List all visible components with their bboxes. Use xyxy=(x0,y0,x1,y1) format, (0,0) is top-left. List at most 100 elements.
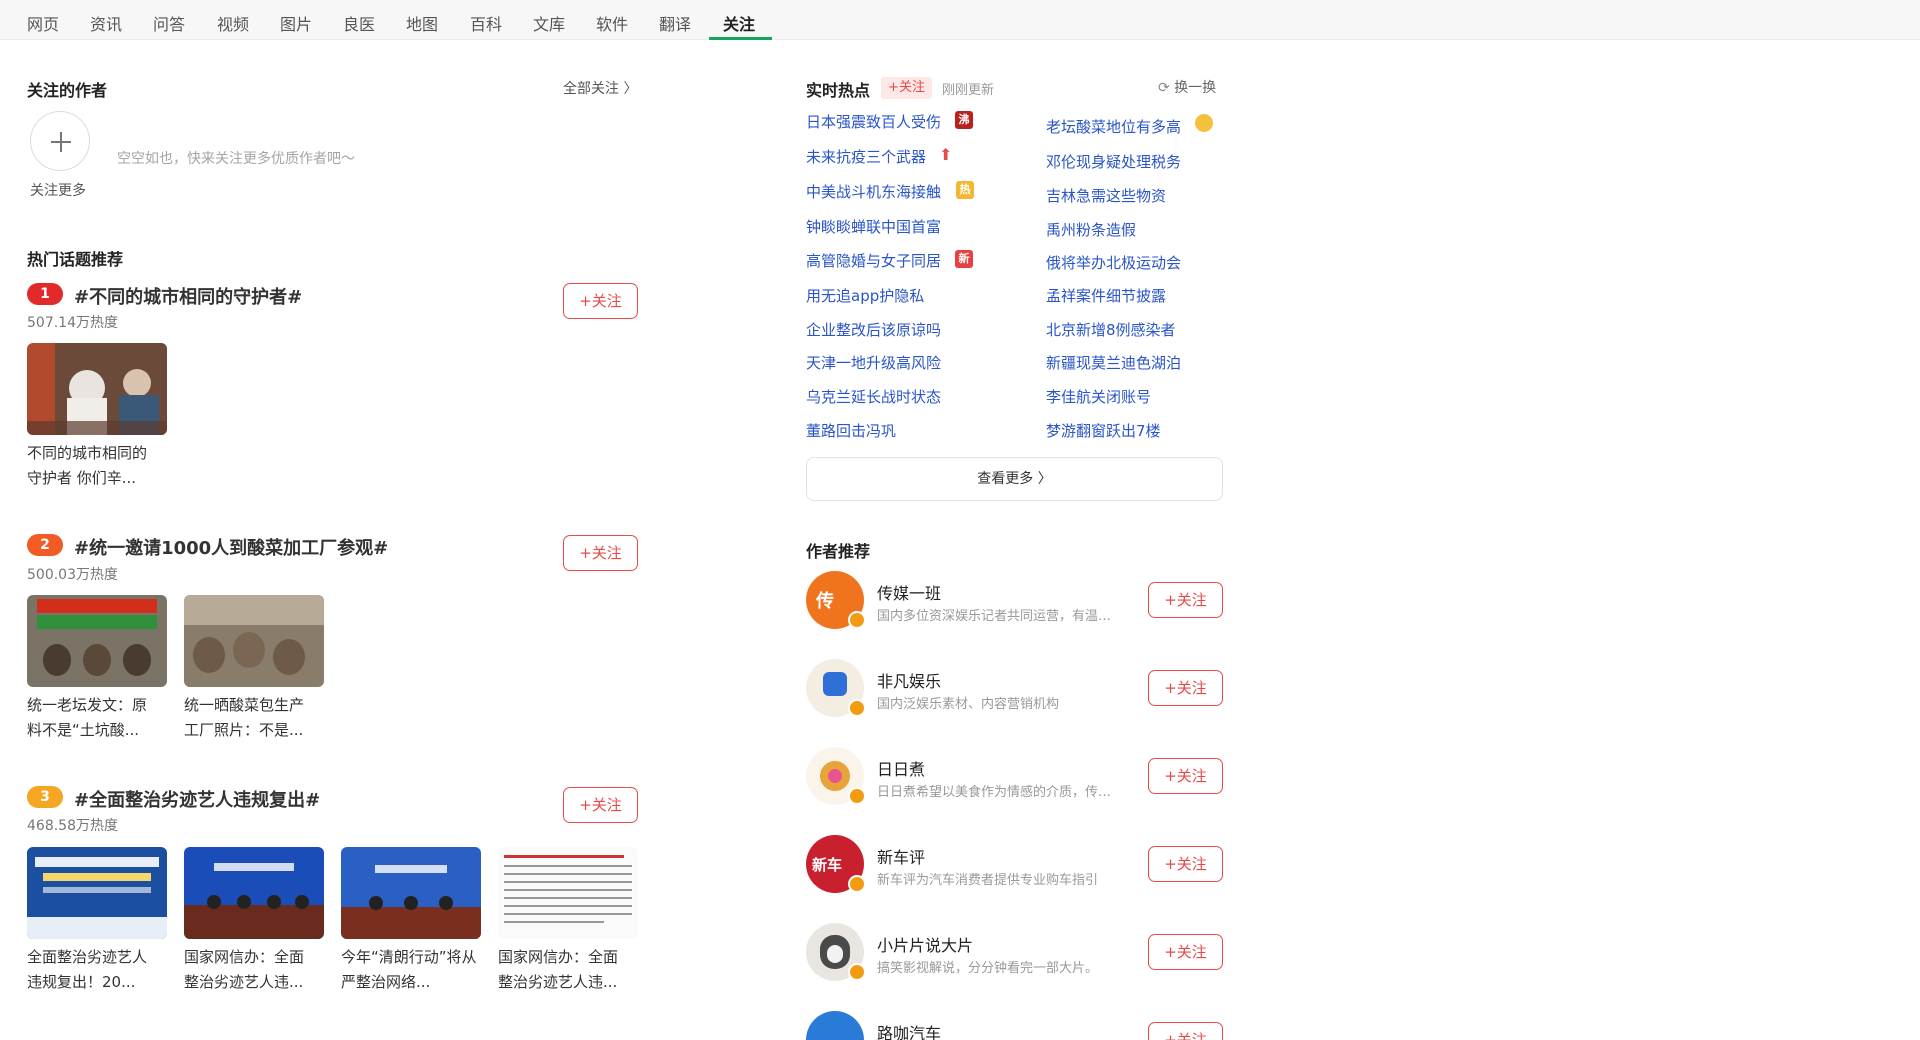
topic-3-caption-1[interactable]: 全面整治劣迹艺人 违规复出！20... xyxy=(27,945,175,995)
hot-item-right-6[interactable]: 孟祥案件细节披露 xyxy=(1046,285,1166,306)
hot-item-right-7[interactable]: 北京新增8例感染者 xyxy=(1046,319,1176,340)
topic-1-thumb-1[interactable] xyxy=(27,343,167,435)
plus-icon-v xyxy=(60,132,62,152)
tab-web[interactable]: 网页 xyxy=(27,11,59,35)
author-name-2[interactable]: 非凡娱乐 xyxy=(877,668,941,692)
author-desc-3: 日日煮希望以美食作为情感的介质，传递生活的美好 xyxy=(877,785,1122,800)
author-desc-5: 搞笑影视解说，分分钟看完一部大片。 xyxy=(877,961,1099,976)
hot-item-left-8[interactable]: 天津一地升级高风险 xyxy=(806,352,941,373)
tab-software[interactable]: 软件 xyxy=(596,11,628,35)
author-name-3[interactable]: 日日煮 xyxy=(877,756,925,780)
topic-3-thumb-1[interactable] xyxy=(27,847,167,939)
caption-line: 国家网信办：全面 xyxy=(498,948,619,966)
topic-heat-3: 468.58万热度 xyxy=(27,818,118,834)
topic-3-image-1 xyxy=(27,847,167,939)
tab-video[interactable]: 视频 xyxy=(217,11,249,35)
hot-item-right-2[interactable]: 邓伦现身疑处理税务 xyxy=(1046,151,1181,172)
caption-line: 统一老坛发文：原 xyxy=(27,696,148,714)
hot-item-right-8[interactable]: 新疆现莫兰迪色湖泊 xyxy=(1046,352,1181,373)
hot-tag-icon: 热 xyxy=(956,181,974,199)
topic-2-thumb-1[interactable] xyxy=(27,595,167,687)
tab-news[interactable]: 资讯 xyxy=(90,11,122,35)
author-name-1[interactable]: 传媒一班 xyxy=(877,580,941,604)
caption-line: 严整治网络... xyxy=(341,973,431,991)
topic-3-thumb-2[interactable] xyxy=(184,847,324,939)
avatar[interactable] xyxy=(806,1011,864,1040)
realtime-hot-title: 实时热点 xyxy=(806,81,871,100)
topic-title-3[interactable]: #全面整治劣迹艺人违规复出# xyxy=(74,786,320,812)
topic-3-image-4 xyxy=(498,847,638,939)
tab-translate[interactable]: 翻译 xyxy=(659,11,691,35)
topic-title-2[interactable]: #统一邀请1000人到酸菜加工厂参观# xyxy=(74,534,388,560)
add-follow-button[interactable] xyxy=(30,111,90,171)
refresh-label: 换一换 xyxy=(1174,80,1217,96)
tab-map[interactable]: 地图 xyxy=(406,11,438,35)
hot-topics-title: 热门话题推荐 xyxy=(27,250,124,269)
topic-2-caption-1[interactable]: 统一老坛发文：原 料不是“土坑酸... xyxy=(27,693,175,743)
tab-baike[interactable]: 百科 xyxy=(470,11,502,35)
hot-item-right-5[interactable]: 俄将举办北极运动会 xyxy=(1046,252,1181,273)
topic-3-caption-4[interactable]: 国家网信办：全面 整治劣迹艺人违... xyxy=(498,945,638,995)
tab-doctor[interactable]: 良医 xyxy=(343,11,375,35)
author-name-5[interactable]: 小片片说大片 xyxy=(877,932,973,956)
topic-title-1[interactable]: #不同的城市相同的守护者# xyxy=(74,283,302,309)
emoji-icon xyxy=(1195,114,1213,132)
topic-1-caption-1[interactable]: 不同的城市相同的 守护者 你们辛... xyxy=(27,441,175,491)
topic-3-image-3 xyxy=(341,847,481,939)
tab-wenku[interactable]: 文库 xyxy=(533,11,565,35)
topic-3-thumb-3[interactable] xyxy=(341,847,481,939)
topic-follow-button-1[interactable]: +关注 xyxy=(563,283,638,319)
hot-item-left-10[interactable]: 董路回击冯巩 xyxy=(806,420,896,441)
active-tab-indicator xyxy=(709,37,772,40)
topic-2-thumb-2[interactable] xyxy=(184,595,324,687)
topic-3-thumb-4[interactable] xyxy=(498,847,638,939)
topic-follow-button-2[interactable]: +关注 xyxy=(563,535,638,571)
author-name-4[interactable]: 新车评 xyxy=(877,844,925,868)
verified-icon xyxy=(848,699,866,717)
topic-heat-1: 507.14万热度 xyxy=(27,315,118,331)
tab-qa[interactable]: 问答 xyxy=(153,11,185,35)
hot-item-left-9[interactable]: 乌克兰延长战时状态 xyxy=(806,386,941,407)
dog-face xyxy=(827,945,843,963)
see-more-button[interactable]: 查看更多 〉 xyxy=(806,457,1223,501)
hot-item-left-3[interactable]: 中美战斗机东海接触 xyxy=(806,181,941,202)
hot-item-left-4[interactable]: 钟睒睒蝉联中国首富 xyxy=(806,216,941,237)
topic-follow-button-3[interactable]: +关注 xyxy=(563,787,638,823)
hot-item-right-1[interactable]: 老坛酸菜地位有多高 xyxy=(1046,116,1181,137)
author-follow-button-2[interactable]: +关注 xyxy=(1148,670,1223,706)
author-follow-button-6[interactable]: +关注 xyxy=(1148,1022,1223,1040)
hot-item-right-10[interactable]: 梦游翻窗跃出7楼 xyxy=(1046,420,1161,441)
hot-item-left-6[interactable]: 用无追app护隐私 xyxy=(806,285,924,306)
topic-3-caption-3[interactable]: 今年“清朗行动”将从 严整治网络... xyxy=(341,945,489,995)
author-name-6[interactable]: 路咖汽车 xyxy=(877,1020,941,1040)
caption-line: 整治劣迹艺人违... xyxy=(498,973,618,991)
author-follow-button-4[interactable]: +关注 xyxy=(1148,846,1223,882)
hot-item-left-2[interactable]: 未来抗疫三个武器 xyxy=(806,146,926,167)
author-follow-button-3[interactable]: +关注 xyxy=(1148,758,1223,794)
topic-3-caption-2[interactable]: 国家网信办：全面 整治劣迹艺人违... xyxy=(184,945,332,995)
realtime-follow-badge[interactable]: +关注 xyxy=(881,77,932,99)
caption-line: 统一晒酸菜包生产 xyxy=(184,696,305,714)
topic-2-image-2 xyxy=(184,595,324,687)
hot-item-right-4[interactable]: 禹州粉条造假 xyxy=(1046,219,1136,240)
add-more-label[interactable]: 关注更多 xyxy=(30,180,86,200)
followed-authors-title: 关注的作者 xyxy=(27,81,108,100)
author-follow-button-5[interactable]: +关注 xyxy=(1148,934,1223,970)
hot-item-left-7[interactable]: 企业整改后该原谅吗 xyxy=(806,319,941,340)
refresh-icon: ⟳ xyxy=(1158,80,1170,96)
verified-icon xyxy=(848,611,866,629)
avatar-text: 传 xyxy=(816,591,834,612)
hot-item-right-3[interactable]: 吉林急需这些物资 xyxy=(1046,185,1166,206)
all-follows-link[interactable]: 全部关注 〉 xyxy=(563,78,637,98)
topic-2-caption-2[interactable]: 统一晒酸菜包生产 工厂照片：不是... xyxy=(184,693,332,743)
tab-follow[interactable]: 关注 xyxy=(723,11,755,35)
hot-item-left-1[interactable]: 日本强震致百人受伤 xyxy=(806,111,941,132)
author-follow-button-1[interactable]: +关注 xyxy=(1148,582,1223,618)
hot-item-right-9[interactable]: 李佳航关闭账号 xyxy=(1046,386,1151,407)
caption-line: 违规复出！20... xyxy=(27,973,136,991)
hot-item-left-5[interactable]: 高管隐婚与女子同居 xyxy=(806,250,941,271)
caption-line: 整治劣迹艺人违... xyxy=(184,973,304,991)
refresh-button[interactable]: ⟳ 换一换 xyxy=(1158,77,1216,97)
tab-images[interactable]: 图片 xyxy=(280,11,312,35)
caption-line: 不同的城市相同的 xyxy=(27,444,148,462)
